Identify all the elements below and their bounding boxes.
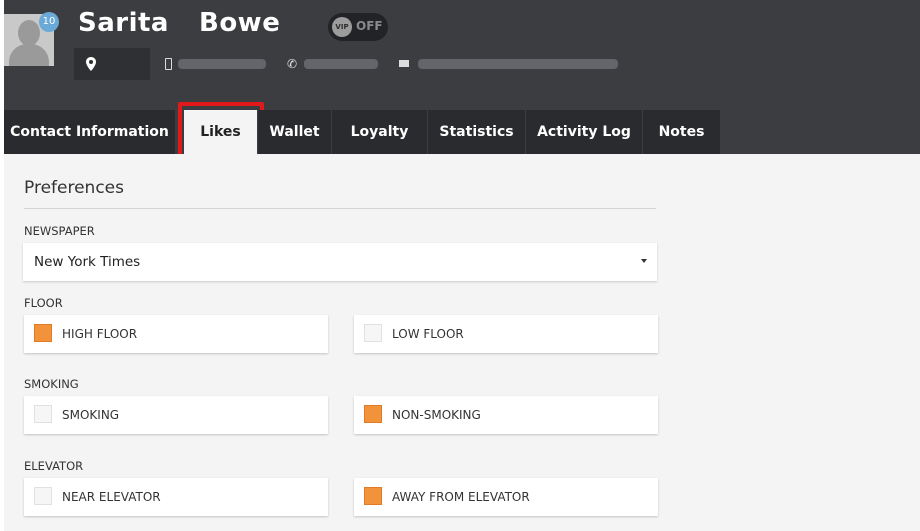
- checkbox[interactable]: [34, 487, 52, 505]
- email-icon: [399, 60, 409, 67]
- tab-statistics[interactable]: Statistics: [428, 110, 526, 154]
- telephone-icon: ✆: [287, 57, 298, 71]
- location-field[interactable]: [74, 48, 150, 80]
- avatar-head-shape: [18, 20, 40, 46]
- checkbox[interactable]: [364, 324, 382, 342]
- newspaper-select[interactable]: New York Times: [23, 243, 657, 281]
- option-non-smoking[interactable]: NON-SMOKING: [354, 396, 658, 434]
- checkbox[interactable]: [364, 405, 382, 423]
- checkbox[interactable]: [364, 487, 382, 505]
- caret-down-icon: [641, 259, 647, 263]
- notification-badge: 10: [39, 12, 59, 32]
- tab-label: Contact Information: [10, 124, 169, 140]
- vip-toggle[interactable]: VIP OFF: [328, 13, 388, 41]
- email-redacted: [418, 59, 618, 69]
- option-label: HIGH FLOOR: [62, 327, 138, 341]
- tab-loyalty[interactable]: Loyalty: [332, 110, 428, 154]
- tab-contact-information[interactable]: Contact Information: [4, 110, 176, 154]
- tab-label: Activity Log: [537, 124, 631, 140]
- checkbox[interactable]: [34, 405, 52, 423]
- option-near-elevator[interactable]: NEAR ELEVATOR: [24, 478, 328, 516]
- tab-label: Loyalty: [350, 124, 409, 140]
- likes-content: Preferences NEWSPAPER New York Times FLO…: [4, 154, 920, 531]
- option-smoking[interactable]: SMOKING: [24, 396, 328, 434]
- tab-likes[interactable]: Likes: [178, 102, 264, 158]
- newspaper-value: New York Times: [34, 254, 141, 270]
- phone-number-redacted: [304, 59, 378, 69]
- tab-label: Statistics: [439, 124, 514, 140]
- mobile-number-redacted: [178, 59, 266, 69]
- smoking-label: SMOKING: [24, 377, 79, 391]
- tab-notes[interactable]: Notes: [643, 110, 721, 154]
- option-label: SMOKING: [62, 408, 120, 422]
- contact-row: ✆: [74, 48, 634, 80]
- section-title: Preferences: [24, 178, 124, 198]
- mobile-phone-icon: [165, 58, 172, 70]
- newspaper-label: NEWSPAPER: [24, 224, 95, 238]
- tab-label: Wallet: [269, 124, 320, 140]
- section-divider: [24, 208, 656, 209]
- tab-label: Notes: [658, 124, 705, 140]
- location-pin-icon: [86, 57, 96, 71]
- option-label: LOW FLOOR: [392, 327, 464, 341]
- guest-first-name: Sarita: [78, 8, 169, 38]
- option-away-from-elevator[interactable]: AWAY FROM ELEVATOR: [354, 478, 658, 516]
- tab-activity-log[interactable]: Activity Log: [526, 110, 643, 154]
- option-high-floor[interactable]: HIGH FLOOR: [24, 315, 328, 353]
- option-low-floor[interactable]: LOW FLOOR: [354, 315, 658, 353]
- guest-last-name: Bowe: [199, 8, 281, 38]
- vip-knob: VIP: [332, 17, 352, 37]
- avatar-body-shape: [9, 44, 49, 66]
- vip-state: OFF: [356, 19, 383, 33]
- option-label: NEAR ELEVATOR: [62, 490, 161, 504]
- floor-label: FLOOR: [24, 296, 63, 310]
- tab-highlight-box: [178, 102, 264, 158]
- elevator-label: ELEVATOR: [24, 459, 84, 473]
- option-label: NON-SMOKING: [392, 408, 481, 422]
- option-label: AWAY FROM ELEVATOR: [392, 490, 530, 504]
- tab-wallet[interactable]: Wallet: [258, 110, 332, 154]
- checkbox[interactable]: [34, 324, 52, 342]
